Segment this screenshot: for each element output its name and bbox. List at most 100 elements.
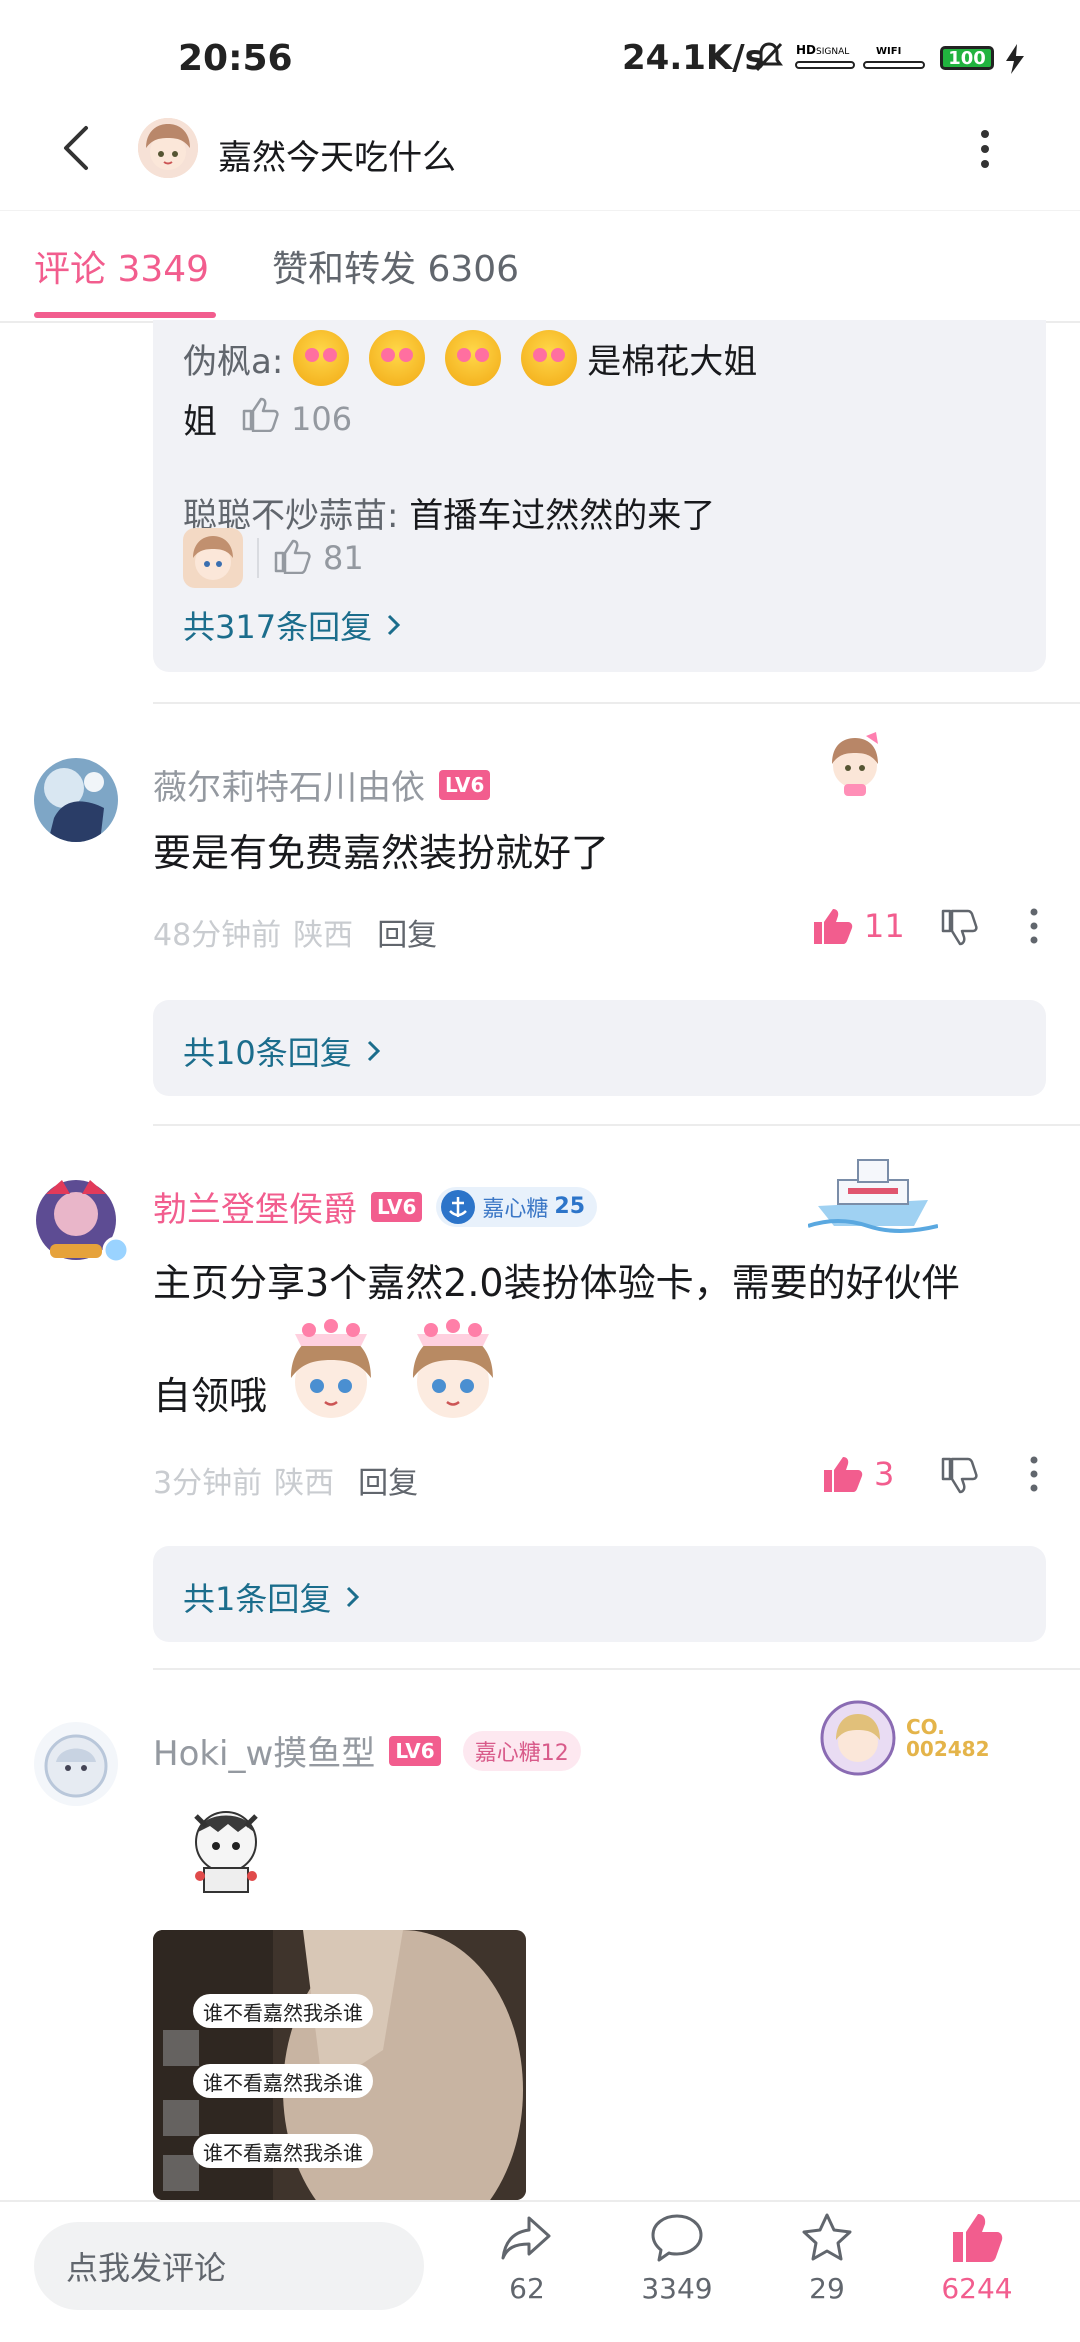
hd-signal-icon: HD SIGNAL bbox=[794, 40, 858, 74]
comment-text: 主页分享3个嘉然2.0装扮体验卡，需要的好伙伴 bbox=[153, 1261, 960, 1305]
sub-reply-1-line2: 姐 106 bbox=[183, 394, 352, 443]
thumb-up-filled-icon bbox=[814, 909, 853, 944]
uploader-avatar[interactable] bbox=[138, 118, 198, 178]
page-title: 嘉然今天吃什么 bbox=[218, 138, 456, 178]
view-all-replies-link[interactable]: 共317条回复 bbox=[183, 602, 408, 648]
favorite-button[interactable]: 29 bbox=[762, 2210, 892, 2330]
anchor-icon bbox=[441, 1189, 476, 1224]
like-button[interactable]: 11 bbox=[812, 906, 905, 946]
thumb-down-icon bbox=[941, 909, 978, 946]
tab-comments[interactable]: 评论 3349 bbox=[34, 240, 209, 292]
comment-meta: 3分钟前 陕西 回复 bbox=[153, 1458, 418, 1502]
back-button[interactable] bbox=[50, 118, 110, 178]
comment-meta: 48分钟前 陕西 回复 bbox=[153, 910, 437, 954]
card-number: CO. 002482 bbox=[906, 1715, 990, 1761]
star-icon bbox=[802, 2213, 852, 2261]
commenter-name[interactable]: Hoki_w摸鱼型 bbox=[153, 1726, 375, 1775]
thumb-up-icon[interactable] bbox=[241, 396, 281, 441]
reply-button[interactable]: 回复 bbox=[358, 1458, 418, 1502]
comment-more-icon[interactable] bbox=[1026, 1454, 1042, 1498]
comment-time: 48分钟前 bbox=[153, 918, 282, 953]
svg-text:SIGNAL: SIGNAL bbox=[816, 47, 849, 57]
comment-divider bbox=[153, 1668, 1080, 1670]
svg-text:HD: HD bbox=[796, 43, 816, 57]
thumb-down-icon bbox=[941, 1457, 978, 1494]
replies-box: 共1条回复 bbox=[153, 1546, 1046, 1642]
sub-reply-text: 是棉花大姐 bbox=[587, 341, 758, 382]
tab-likes-reposts[interactable]: 赞和转发 6306 bbox=[272, 240, 519, 292]
view-all-replies-label: 共1条回复 bbox=[183, 1580, 332, 1618]
more-options-icon[interactable] bbox=[965, 124, 1005, 174]
sticker-image bbox=[183, 528, 243, 588]
commenter-avatar[interactable] bbox=[20, 1164, 132, 1276]
chevron-right-icon bbox=[388, 614, 401, 636]
sub-reply-text-cont: 姐 bbox=[183, 402, 217, 442]
comment-header: Hoki_w摸鱼型 LV6 嘉心糖12 bbox=[153, 1726, 581, 1775]
thumb-up-filled-icon bbox=[824, 1457, 863, 1492]
comment-text-line2: 自领哦 bbox=[153, 1316, 509, 1426]
comment-location: 陕西 bbox=[274, 1466, 335, 1501]
dislike-button[interactable] bbox=[940, 908, 982, 952]
level-badge: LV6 bbox=[371, 1191, 423, 1222]
status-bar: 20:56 24.1K/s HD SIGNAL WIFI 100 bbox=[0, 0, 1080, 110]
pendant-decoration bbox=[816, 1696, 906, 1780]
image-caption: 谁不看嘉然我杀谁 bbox=[193, 1994, 373, 2028]
thumb-up-icon[interactable] bbox=[273, 538, 313, 578]
comment-button[interactable]: 3349 bbox=[612, 2210, 742, 2330]
divider bbox=[257, 538, 259, 578]
comment-input[interactable]: 点我发评论 bbox=[34, 2222, 424, 2310]
comment-image[interactable]: 谁不看嘉然我杀谁 谁不看嘉然我杀谁 谁不看嘉然我杀谁 bbox=[153, 1930, 526, 2200]
battery-indicator: 100 bbox=[940, 46, 994, 70]
svg-text:WIFI: WIFI bbox=[876, 46, 901, 57]
comment-divider bbox=[153, 1124, 1080, 1126]
sub-reply-2-line2: 81 bbox=[183, 528, 364, 588]
chevron-right-icon bbox=[367, 1040, 380, 1062]
like-count: 81 bbox=[323, 539, 364, 577]
status-time: 20:56 bbox=[178, 38, 293, 79]
comment-header: 勃兰登堡侯爵 LV6 嘉心糖 25 bbox=[153, 1182, 598, 1231]
share-button[interactable]: 62 bbox=[462, 2210, 592, 2330]
fan-medal-badge[interactable]: 嘉心糖 25 bbox=[436, 1186, 598, 1227]
comment-input-placeholder: 点我发评论 bbox=[66, 2249, 227, 2287]
comment-text-cont: 自领哦 bbox=[153, 1374, 268, 1418]
comment-count: 3349 bbox=[641, 2272, 713, 2305]
reply-button[interactable]: 回复 bbox=[377, 910, 437, 954]
sub-replies-box: 伪枫a: 是棉花大姐 姐 106 聪聪不炒蒜苗: 首播车过然然的来了 81 共3… bbox=[153, 320, 1046, 672]
sub-reply-text: 首播车过然然的来了 bbox=[409, 496, 716, 536]
like-count: 3 bbox=[874, 1455, 895, 1493]
replies-box: 共10条回复 bbox=[153, 1000, 1046, 1096]
view-all-replies-link[interactable]: 共10条回复 bbox=[183, 1028, 388, 1074]
pendant-decoration bbox=[820, 728, 890, 798]
like-post-button[interactable]: 6244 bbox=[912, 2210, 1042, 2330]
comment-more-icon[interactable] bbox=[1026, 906, 1042, 950]
sticker-image bbox=[397, 1316, 509, 1426]
chevron-right-icon bbox=[347, 1586, 360, 1608]
fan-medal-level: 25 bbox=[554, 1194, 586, 1219]
dislike-button[interactable] bbox=[940, 1456, 982, 1500]
sub-reply-author[interactable]: 伪枫a: bbox=[183, 334, 283, 383]
like-button[interactable]: 3 bbox=[822, 1454, 894, 1494]
favorite-count: 29 bbox=[809, 2272, 845, 2305]
share-count: 62 bbox=[509, 2272, 545, 2305]
share-icon bbox=[501, 2216, 551, 2260]
network-speed: 24.1K/s bbox=[622, 38, 765, 78]
fan-medal-badge[interactable]: 嘉心糖12 bbox=[462, 1730, 581, 1771]
comment-divider bbox=[153, 702, 1080, 704]
commenter-avatar[interactable] bbox=[34, 1722, 118, 1806]
comment-header: 薇尔莉特石川由依 LV6 bbox=[153, 760, 491, 809]
image-caption: 谁不看嘉然我杀谁 bbox=[193, 2134, 373, 2168]
view-all-replies-label: 共10条回复 bbox=[183, 1034, 352, 1072]
comment-bubble-icon bbox=[651, 2214, 703, 2262]
view-all-replies-link[interactable]: 共1条回复 bbox=[183, 1574, 367, 1620]
commenter-avatar[interactable] bbox=[34, 758, 118, 842]
emoji-sticker bbox=[521, 330, 578, 386]
fan-medal-name: 嘉心糖12 bbox=[474, 1740, 569, 1766]
commenter-name[interactable]: 薇尔莉特石川由依 bbox=[153, 760, 425, 809]
commenter-name[interactable]: 勃兰登堡侯爵 bbox=[153, 1182, 357, 1231]
sub-reply-1: 伪枫a: 是棉花大姐 bbox=[183, 330, 757, 386]
comment-location: 陕西 bbox=[293, 918, 354, 953]
fan-medal-name: 嘉心糖 bbox=[482, 1196, 549, 1222]
emoji-sticker bbox=[369, 330, 426, 386]
level-badge: LV6 bbox=[439, 769, 491, 800]
view-all-replies-label: 共317条回复 bbox=[183, 608, 373, 646]
